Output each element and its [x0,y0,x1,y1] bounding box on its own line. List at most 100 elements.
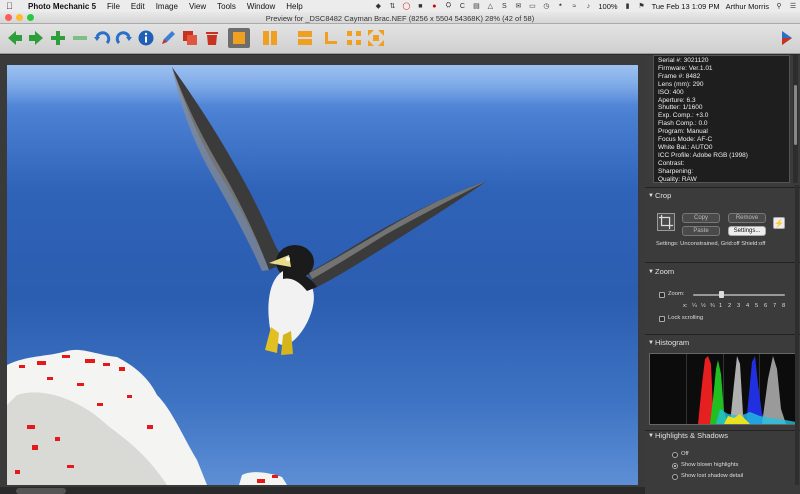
rotate-right-button[interactable] [115,29,133,47]
side-by-side-button[interactable] [261,29,279,47]
crop-corner-button[interactable] [322,29,340,47]
previous-image-button[interactable] [6,29,24,47]
lock-scrolling-checkbox[interactable] [659,316,665,322]
exif-scroll-thumb[interactable] [794,85,797,145]
menu-image[interactable]: Image [156,2,178,11]
edit-button[interactable] [159,29,177,47]
histogram-section-header[interactable]: ▼ Histogram [645,336,800,350]
notes-icon[interactable]: ▤ [471,2,481,10]
app-menu[interactable]: Photo Mechanic 5 [28,2,96,11]
crop-tool-button[interactable] [657,213,675,231]
exif-serial: Serial #: 3021120 [658,57,709,64]
menu-tools[interactable]: Tools [217,2,236,11]
spotlight-icon[interactable]: ⚲ [774,2,784,10]
s-icon[interactable]: S [499,2,509,10]
histogram-plot [650,354,796,424]
notification-center-icon[interactable]: ☰ [788,2,798,10]
highlight-option-shadow-label: Show lost shadow detail [681,473,744,479]
exif-exp-comp: Exp. Comp.: +3.0 [658,112,709,120]
viewer-scroll-handle[interactable] [16,488,66,494]
crop-paste-button[interactable]: Paste [682,226,720,236]
preview-photo[interactable] [7,65,638,485]
zoom-checkbox[interactable] [659,292,665,298]
rotate-left-button[interactable] [93,29,111,47]
zoom-mark[interactable]: ¼ [692,303,701,309]
delete-button[interactable] [203,29,221,47]
zoom-in-button[interactable] [49,29,67,47]
rotate-left-icon [94,31,111,45]
record-icon[interactable]: ● [429,2,439,10]
menu-file[interactable]: File [107,2,120,11]
zoom-mark[interactable]: 5 [755,303,764,309]
time-machine-icon[interactable]: ◷ [541,2,551,10]
sidebar-scrollbar[interactable] [795,185,799,485]
battery-percent[interactable]: 100% [598,2,617,11]
share-button[interactable] [778,29,796,47]
clock[interactable]: Tue Feb 13 1:09 PM [652,2,720,11]
flag-icon[interactable]: ⚑ [637,2,647,10]
stacked-view-button[interactable] [296,29,314,47]
copy-button[interactable] [181,29,199,47]
compare-vertical-icon [263,31,277,45]
highlight-option-off-radio[interactable] [672,452,678,458]
mail-icon[interactable]: ✉ [513,2,523,10]
crop-settings-button[interactable]: Settings... [728,226,766,236]
app-status-icon[interactable]: ■ [415,2,425,10]
fill-window-button[interactable] [367,29,385,47]
sync-icon[interactable]: ⇅ [387,2,397,10]
volume-icon[interactable]: ♪ [583,2,593,10]
wifi-icon[interactable]: ≈ [569,2,579,10]
crop-lightning-button[interactable]: ⚡ [773,217,785,229]
zoom-mark[interactable]: 7 [773,303,782,309]
next-image-button[interactable] [27,29,45,47]
exif-lens: Lens (mm): 290 [658,80,704,88]
single-view-button[interactable] [228,28,250,48]
menu-window[interactable]: Window [247,2,275,11]
zoom-mark[interactable]: 2 [728,303,737,309]
bluetooth-icon[interactable]: ⭑ [555,2,565,10]
zoom-mark[interactable]: 8 [782,303,791,309]
zoom-mark[interactable]: ½ [701,303,710,309]
window-title: Preview for _DSC8482 Cayman Brac.NEF (82… [265,14,535,23]
zoom-mark[interactable]: ¾ [710,303,719,309]
shield-icon[interactable]: ⛭ [443,2,453,10]
crop-section-header[interactable]: ▼ Crop [645,189,800,203]
menu-view[interactable]: View [189,2,206,11]
info-button[interactable] [137,29,155,47]
exif-scrollbar[interactable] [793,55,798,183]
highlight-option-blown-radio[interactable] [672,463,678,469]
menu-help[interactable]: Help [286,2,302,11]
exif-program: Program: Manual [658,128,708,136]
c-icon[interactable]: C [457,2,467,10]
zoom-mark[interactable]: 4 [746,303,755,309]
zoom-mark[interactable]: 3 [737,303,746,309]
status-area: ◆ ⇅ ◯ ■ ● ⛭ C ▤ △ S ✉ ▭ ◷ ⭑ ≈ ♪ 100% ▮ ⚑… [371,0,800,12]
histogram-graph [649,353,797,425]
menu-edit[interactable]: Edit [131,2,145,11]
zoom-slider-track[interactable] [693,294,785,296]
zoom-section-header[interactable]: ▼ Zoom [645,265,800,279]
display-icon[interactable]: ▭ [527,2,537,10]
highlights-header-label: Highlights & Shadows [655,431,728,440]
zoom-out-button[interactable] [71,29,89,47]
user-name[interactable]: Arthur Morris [726,2,769,11]
exif-quality: Quality: RAW [658,175,697,183]
apple-menu-icon[interactable]:  [6,1,16,11]
creative-cloud-icon[interactable]: ◯ [401,2,411,10]
divider [645,334,800,335]
menu-bar:  Photo Mechanic 5 File Edit Image View … [0,0,800,12]
zoom-mark[interactable]: 1 [719,303,728,309]
crop-remove-button[interactable]: Remove [728,213,766,223]
fit-window-button[interactable] [345,29,363,47]
battery-icon[interactable]: ▮ [623,2,633,10]
info-icon [138,30,154,46]
highlights-section-header[interactable]: ▼ Highlights & Shadows [645,429,800,443]
dropbox-icon[interactable]: ◆ [373,2,383,10]
zoom-slider-thumb[interactable] [719,291,724,298]
security-icon[interactable]: △ [485,2,495,10]
highlight-option-shadow-radio[interactable] [672,474,678,480]
zoom-mark[interactable]: 6 [764,303,773,309]
exif-white-balance: White Bal.: AUTO0 [658,143,713,151]
zoom-scale-prefix: x: [683,303,688,309]
crop-copy-button[interactable]: Copy [682,213,720,223]
